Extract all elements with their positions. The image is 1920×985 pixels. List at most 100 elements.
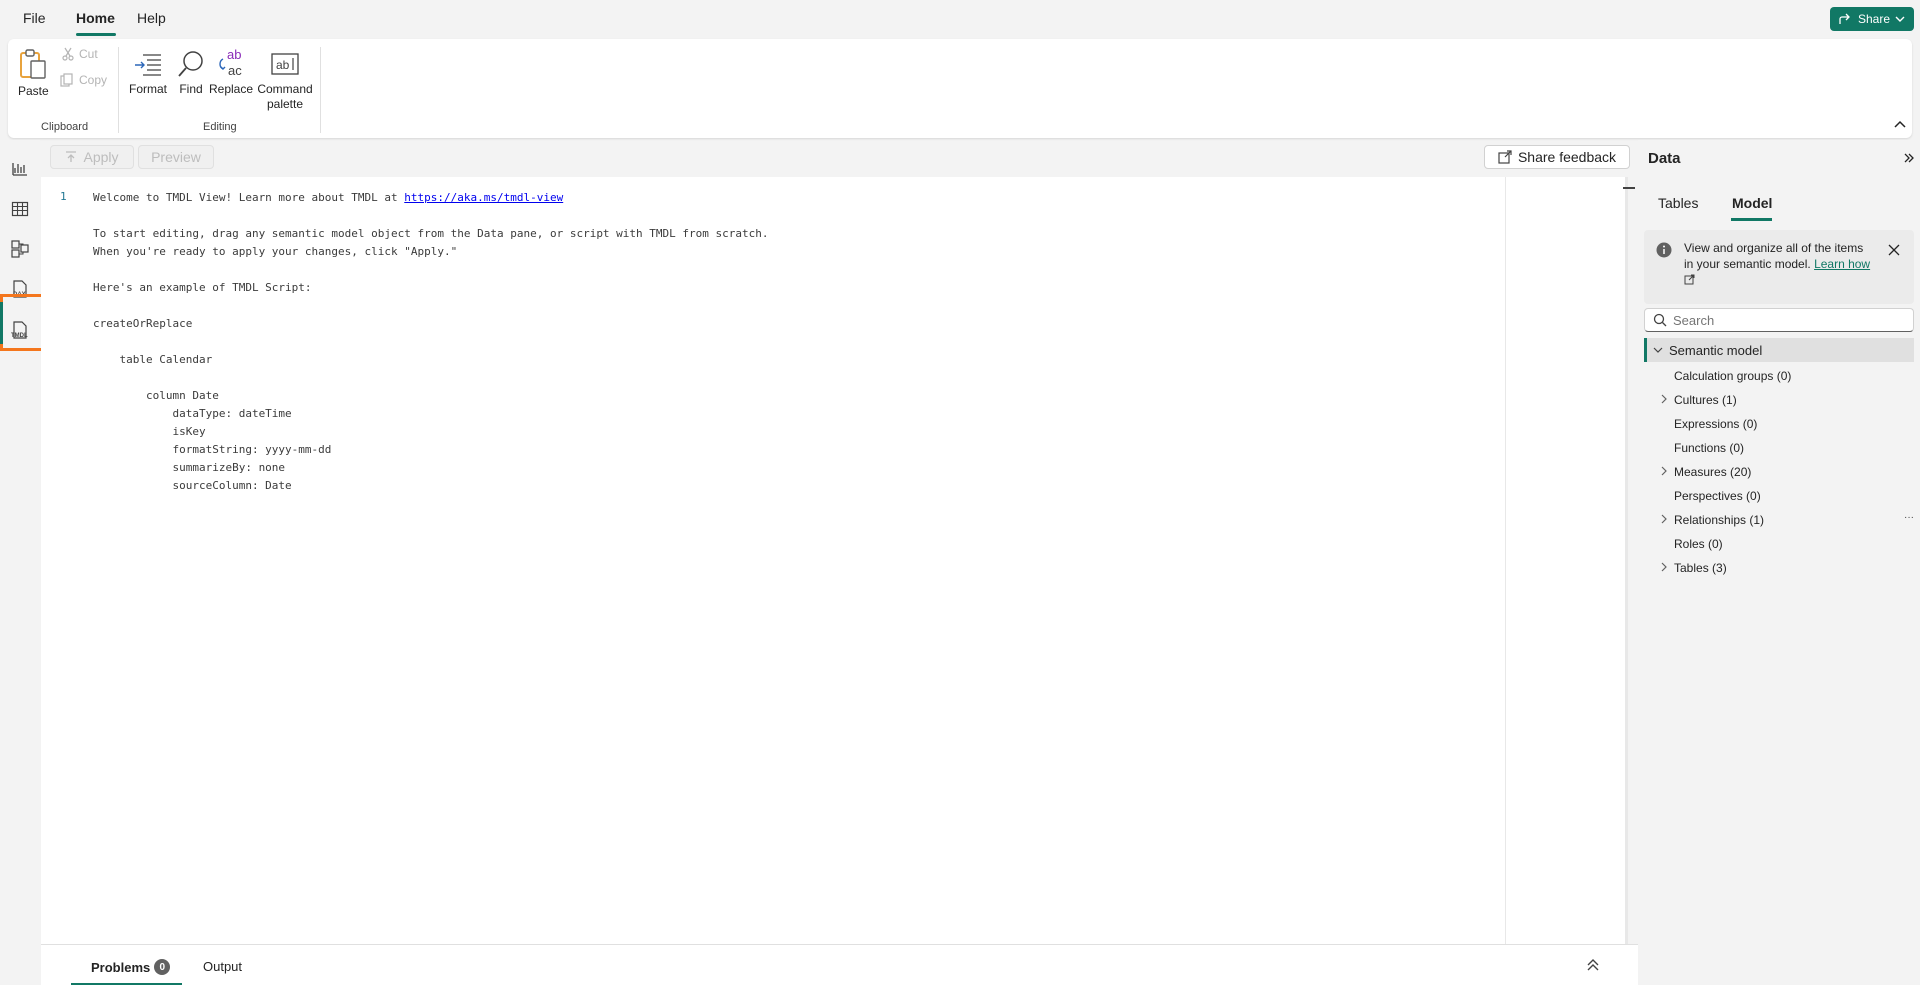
editor-scrollbar[interactable] <box>1623 177 1635 944</box>
chevron-right-icon[interactable] <box>1659 394 1669 404</box>
format-button[interactable]: Format <box>128 49 168 97</box>
code-line: createOrReplace <box>93 317 193 330</box>
apply-button[interactable]: Apply <box>50 145 134 169</box>
bottom-panel: Problems 0 Output <box>41 944 1638 985</box>
cut-button[interactable]: Cut <box>62 47 98 61</box>
scrollbar-thumb[interactable] <box>1623 187 1635 189</box>
command-palette-label-2: palette <box>266 97 304 111</box>
paste-label: Paste <box>18 84 49 98</box>
close-icon[interactable] <box>1888 244 1900 256</box>
tree-item-cultures[interactable]: Cultures (1) <box>1661 390 1737 410</box>
code-content[interactable]: Welcome to TMDL View! Learn more about T… <box>93 189 769 495</box>
code-line: When you're ready to apply your changes,… <box>93 245 458 258</box>
tmdl-code-editor[interactable]: 1 Welcome to TMDL View! Learn more about… <box>41 177 1505 944</box>
tree-item-label: Roles (0) <box>1674 537 1723 551</box>
svg-text:ab: ab <box>276 58 290 72</box>
replace-button[interactable]: ab ac Replace <box>209 47 253 97</box>
copy-button[interactable]: Copy <box>60 73 107 87</box>
code-line: summarizeBy: none <box>93 461 286 474</box>
data-pane-title: Data <box>1648 150 1681 167</box>
tab-problems[interactable]: Problems 0 <box>91 959 171 975</box>
find-button[interactable]: Find <box>174 49 208 97</box>
preview-label: Preview <box>151 149 201 165</box>
model-view-icon <box>11 240 29 258</box>
format-label: Format <box>128 82 167 96</box>
tree-item-perspectives[interactable]: Perspectives (0) <box>1674 486 1761 506</box>
chevron-right-icon[interactable] <box>1659 514 1669 524</box>
output-label: Output <box>203 959 243 974</box>
svg-text:ac: ac <box>228 63 242 78</box>
code-line: table Calendar <box>93 353 213 366</box>
search-input[interactable] <box>1673 312 1893 328</box>
tree-item-expressions[interactable]: Expressions (0) <box>1674 414 1757 434</box>
external-link-icon <box>1498 150 1512 164</box>
paste-button[interactable]: Paste <box>18 47 49 99</box>
chevron-right-icon[interactable] <box>1659 466 1669 476</box>
search-icon <box>1653 313 1667 327</box>
table-view-button[interactable] <box>8 197 32 221</box>
apply-icon <box>66 151 77 162</box>
collapse-pane-icon[interactable] <box>1904 153 1914 163</box>
copy-label: Copy <box>79 73 108 87</box>
tree-item-label: Tables (3) <box>1674 561 1727 575</box>
view-switcher-rail: DAX TMDL <box>0 140 50 985</box>
expand-panel-icon[interactable] <box>1586 958 1600 972</box>
tree-item-roles[interactable]: Roles (0) <box>1674 534 1723 554</box>
tmdl-docs-link[interactable]: https://aka.ms/tmdl-view <box>404 191 563 204</box>
tab-model[interactable]: Model <box>1732 195 1772 211</box>
tree-item-label: Calculation groups (0) <box>1674 369 1792 383</box>
tree-item-functions[interactable]: Functions (0) <box>1674 438 1744 458</box>
tree-item-label: Perspectives (0) <box>1674 489 1761 503</box>
format-icon <box>135 54 161 76</box>
tab-output[interactable]: Output <box>203 959 242 974</box>
tree-item-label: Measures (20) <box>1674 465 1752 479</box>
share-feedback-button[interactable]: Share feedback <box>1484 145 1630 169</box>
table-view-icon <box>11 201 29 217</box>
problems-count-badge: 0 <box>154 959 171 975</box>
find-label: Find <box>179 82 203 96</box>
command-palette-button[interactable]: ab Command palette <box>255 49 315 112</box>
line-number: 1 <box>60 190 67 203</box>
collapse-ribbon-icon[interactable] <box>1894 119 1906 129</box>
code-line: dataType: dateTime <box>93 407 292 420</box>
menu-help[interactable]: Help <box>137 10 166 26</box>
tree-item-measures[interactable]: Measures (20) <box>1661 462 1752 482</box>
tab-tables[interactable]: Tables <box>1658 195 1698 211</box>
editing-group-label: Editing <box>203 121 237 133</box>
problems-label: Problems <box>91 959 151 975</box>
active-tab-underline <box>1731 218 1772 221</box>
tree-item-calculation-groups[interactable]: Calculation groups (0) <box>1674 366 1791 386</box>
tree-root-semantic-model[interactable]: Semantic model <box>1644 338 1914 362</box>
report-view-button[interactable] <box>8 157 32 181</box>
code-line: isKey <box>93 425 206 438</box>
share-button[interactable]: Share <box>1830 7 1914 31</box>
menu-file[interactable]: File <box>23 10 46 26</box>
editor-minimap[interactable] <box>1505 177 1625 944</box>
tree-item-label: Cultures (1) <box>1674 393 1737 407</box>
tree-item-label: Expressions (0) <box>1674 417 1758 431</box>
chevron-right-icon[interactable] <box>1659 562 1669 572</box>
command-palette-label-1: Command <box>257 82 313 96</box>
scissors-icon <box>62 47 74 61</box>
share-label: Share <box>1857 12 1891 26</box>
tree-item-tables[interactable]: Tables (3) <box>1661 558 1727 578</box>
search-box[interactable] <box>1644 308 1914 332</box>
data-pane: Data Tables Model View and organize all … <box>1638 140 1920 985</box>
more-options-icon[interactable]: ··· <box>1904 512 1914 523</box>
code-line: column Date <box>93 389 219 402</box>
code-line: Welcome to TMDL View! Learn more about T… <box>93 189 769 207</box>
tree-item-relationships[interactable]: Relationships (1) <box>1661 510 1764 530</box>
menu-home[interactable]: Home <box>76 10 115 26</box>
menu-home-underline <box>76 33 116 36</box>
preview-button[interactable]: Preview <box>138 145 214 169</box>
command-palette-icon: ab <box>271 53 299 75</box>
copy-icon <box>60 73 73 87</box>
learn-how-link[interactable]: Learn how <box>1814 257 1870 271</box>
info-icon <box>1656 242 1672 258</box>
ribbon-separator <box>320 47 321 133</box>
model-view-button[interactable] <box>8 237 32 261</box>
external-link-icon <box>1684 274 1695 285</box>
